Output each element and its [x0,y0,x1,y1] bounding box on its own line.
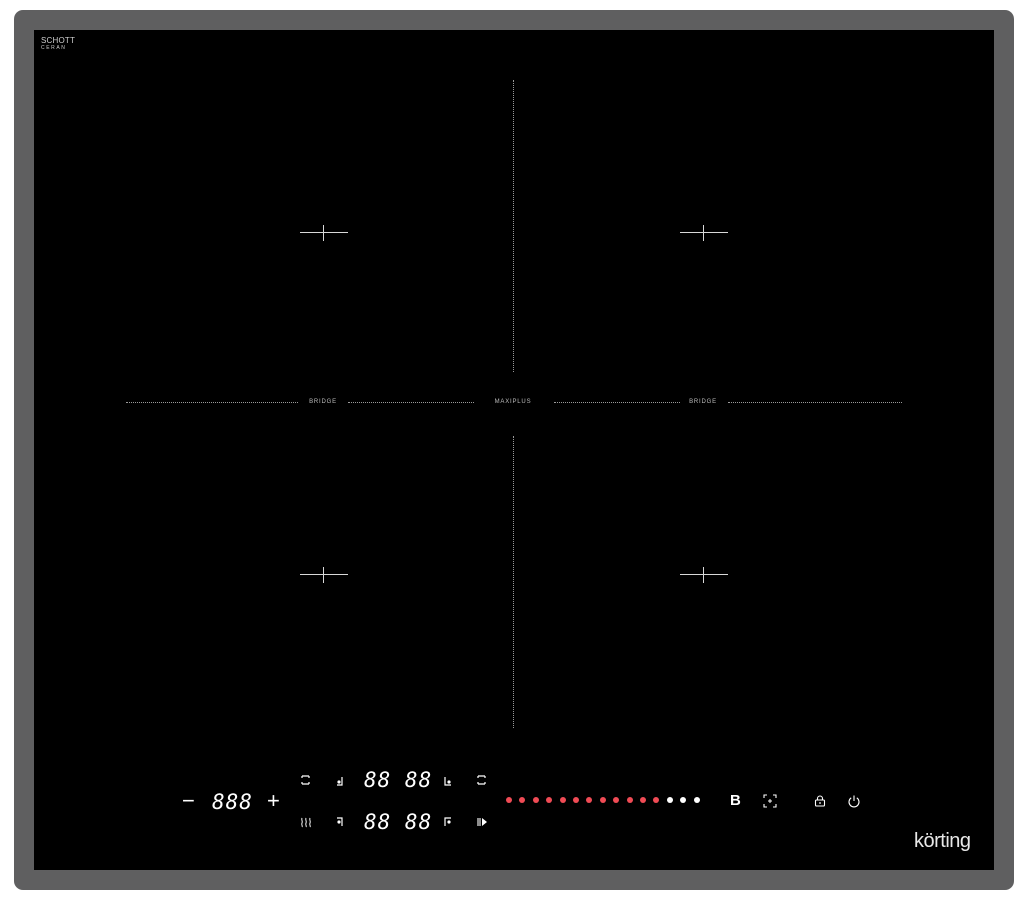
bridge-top-icon[interactable] [299,773,313,787]
zone-marker-rear-right [680,225,728,241]
power-level-slider[interactable] [506,794,706,806]
zone-marker-front-left [300,567,348,583]
korting-brand-logo: körting [914,830,971,852]
logo-line-2: CERAN [41,45,67,51]
power-level-dot[interactable] [573,797,579,803]
zone-marker-front-right [680,567,728,583]
logo-line-1: SCHOTT [41,36,76,45]
power-level-dot[interactable] [653,797,660,803]
boost-button[interactable]: B [730,792,741,809]
front-right-zone-icon[interactable] [441,815,455,829]
bridge-top-right-icon[interactable] [475,773,489,787]
timer-minus-button[interactable]: − [182,790,195,812]
front-left-zone-icon[interactable] [333,815,347,829]
power-level-dot[interactable] [546,797,553,803]
bridge-label-left: BRIDGE [309,399,337,405]
timer-plus-button[interactable]: + [267,790,280,812]
rear-right-zone-icon[interactable] [441,774,455,788]
power-level-dot[interactable] [626,797,633,803]
horizontal-divider-3 [554,402,680,403]
horizontal-divider-2 [348,402,474,403]
horizontal-divider-1 [126,402,298,403]
power-level-dot[interactable] [666,797,673,803]
zone-marker-rear-left [300,225,348,241]
zone-display-bottom: 88 88 [364,810,433,834]
power-level-dot[interactable] [559,797,566,803]
pan-detect-icon[interactable] [762,793,778,809]
pause-play-icon[interactable] [475,815,489,829]
power-level-dot[interactable] [599,797,606,803]
zone-display-top: 88 88 [364,768,433,792]
vertical-divider-bottom [513,436,514,728]
power-level-dot[interactable] [506,797,512,803]
power-level-dot[interactable] [532,797,539,803]
power-level-dot[interactable] [640,797,646,803]
lock-icon[interactable] [813,794,827,808]
rear-left-zone-icon[interactable] [333,774,347,788]
power-level-dot[interactable] [680,797,687,803]
power-level-dot[interactable] [586,797,593,803]
schott-ceran-logo: SCHOTT CERAN [41,37,75,51]
power-level-dot[interactable] [519,797,526,803]
power-icon[interactable] [847,794,861,808]
vertical-divider-top [513,80,514,372]
bridge-label-right: BRIDGE [689,399,717,405]
maxiplus-label: MAXIPLUS [494,399,532,405]
keep-warm-icon[interactable] [299,815,313,829]
horizontal-divider-4 [728,402,902,403]
ceramic-glass-surface: SCHOTT CERAN BRIDGE MAXIPLUS BRIDGE − 88… [34,30,994,870]
timer-display: 888 [212,790,253,814]
power-level-dot[interactable] [613,797,620,803]
power-level-dot[interactable] [693,797,700,803]
